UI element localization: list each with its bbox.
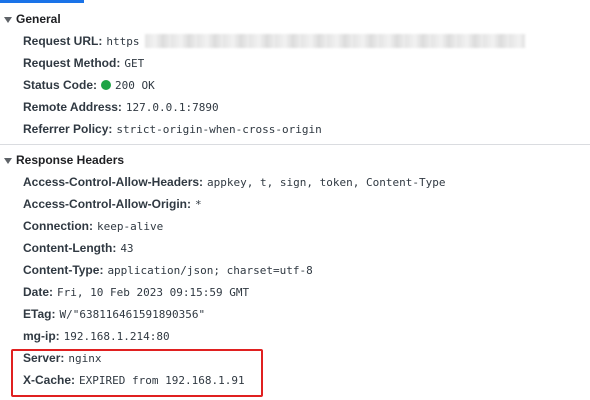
header-row: ETag: W/"638116461591890356" <box>23 307 206 321</box>
header-row: Content-Type: application/json; charset=… <box>23 263 313 277</box>
header-value[interactable]: 43 <box>120 242 133 255</box>
header-value[interactable]: * <box>195 198 202 211</box>
remote-address-row: Remote Address: 127.0.0.1:7890 <box>23 100 219 114</box>
status-code-key: Status Code <box>23 78 94 92</box>
header-key: Content-Length <box>23 241 113 255</box>
request-url-row: Request URL: https <box>0 30 590 52</box>
header-row: Content-Length: 43 <box>23 241 134 255</box>
request-url-key: Request URL <box>23 34 99 48</box>
header-row: mg-ip: 192.168.1.214:80 <box>23 329 170 343</box>
header-value[interactable]: appkey, t, sign, token, Content-Type <box>207 176 445 189</box>
header-key: Content-Type <box>23 263 100 277</box>
general-section: General Request URL: https Request Metho… <box>0 0 590 140</box>
header-row: Server: nginx <box>23 351 102 365</box>
header-value[interactable]: EXPIRED from 192.168.1.91 <box>79 374 245 387</box>
header-row: Connection: keep-alive <box>23 219 164 233</box>
remote-address-value[interactable]: 127.0.0.1:7890 <box>126 101 219 114</box>
general-section-header[interactable]: General <box>0 8 590 30</box>
remote-address-key: Remote Address <box>23 100 118 114</box>
request-method-row: Request Method: GET <box>23 56 145 70</box>
general-title: General <box>16 12 61 26</box>
header-value[interactable]: 192.168.1.214:80 <box>64 330 170 343</box>
header-key: mg-ip <box>23 329 56 343</box>
section-divider <box>0 144 590 145</box>
header-value[interactable]: Fri, 10 Feb 2023 09:15:59 GMT <box>57 286 249 299</box>
referrer-policy-row: Referrer Policy: strict-origin-when-cros… <box>23 122 322 136</box>
header-key: Server <box>23 351 61 365</box>
status-code-value[interactable]: 200 OK <box>115 79 155 92</box>
referrer-policy-key: Referrer Policy <box>23 122 109 136</box>
header-key: Date <box>23 285 50 299</box>
header-value[interactable]: W/"638116461591890356" <box>59 308 205 321</box>
header-key: Access-Control-Allow-Origin <box>23 197 188 211</box>
header-value[interactable]: nginx <box>68 352 101 365</box>
header-key: Connection <box>23 219 89 233</box>
expand-triangle-icon <box>4 16 12 23</box>
header-row: Access-Control-Allow-Origin: * <box>23 197 202 211</box>
redacted-url-blur <box>145 34 526 48</box>
header-key: X-Cache <box>23 373 72 387</box>
status-code-row: Status Code: 200 OK <box>23 78 155 92</box>
header-value[interactable]: application/json; charset=utf-8 <box>107 264 312 277</box>
header-value[interactable]: keep-alive <box>97 220 163 233</box>
response-headers-section-header[interactable]: Response Headers <box>0 149 590 171</box>
header-row: Access-Control-Allow-Headers: appkey, t,… <box>23 175 446 189</box>
header-row: X-Cache: EXPIRED from 192.168.1.91 <box>23 373 245 387</box>
expand-triangle-icon <box>4 157 12 164</box>
request-method-key: Request Method <box>23 56 117 70</box>
request-method-value[interactable]: GET <box>124 57 144 70</box>
request-url-value[interactable]: https <box>106 35 139 48</box>
header-row: Date: Fri, 10 Feb 2023 09:15:59 GMT <box>23 285 250 299</box>
referrer-policy-value[interactable]: strict-origin-when-cross-origin <box>116 123 321 136</box>
header-key: ETag <box>23 307 52 321</box>
header-key: Access-Control-Allow-Headers <box>23 175 200 189</box>
status-ok-dot-icon <box>101 80 112 90</box>
response-headers-title: Response Headers <box>16 153 125 167</box>
response-headers-section: Response Headers Access-Control-Allow-He… <box>0 149 590 391</box>
